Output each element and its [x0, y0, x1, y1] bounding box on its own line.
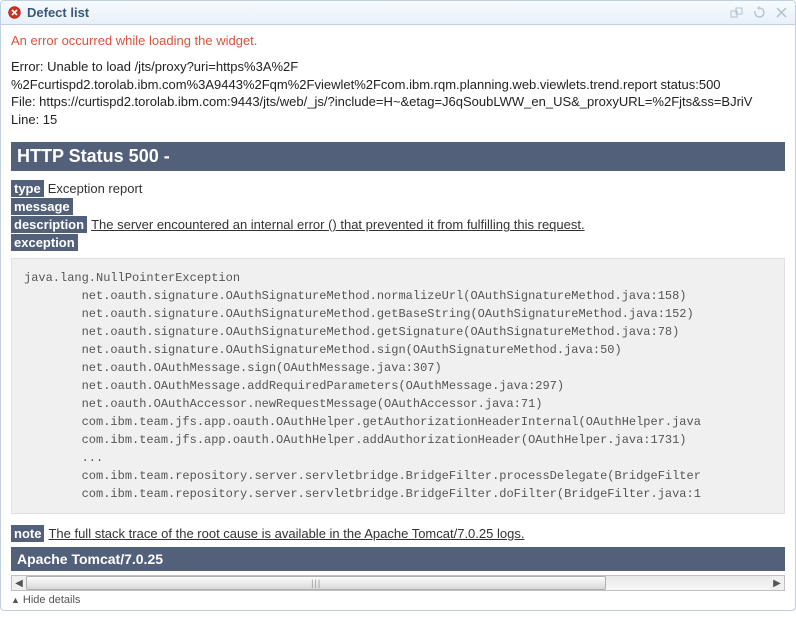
tomcat-version: Apache Tomcat/7.0.25	[11, 547, 785, 571]
titlebar: Defect list	[1, 1, 795, 25]
caret-up-icon: ▲	[11, 595, 20, 605]
close-icon[interactable]	[773, 6, 789, 20]
type-value: Exception report	[48, 181, 143, 196]
scroll-thumb[interactable]: |||	[26, 576, 606, 590]
error-message: An error occurred while loading the widg…	[11, 33, 785, 48]
error-line: Line: 15	[11, 111, 785, 129]
note-label: note	[11, 525, 44, 542]
scroll-track[interactable]: |||	[26, 576, 770, 590]
error-details: Error: Unable to load /jts/proxy?uri=htt…	[11, 58, 785, 128]
undock-icon[interactable]	[729, 6, 745, 20]
type-row: type Exception report	[11, 181, 785, 196]
horizontal-scrollbar[interactable]: ◀ ||| ▶	[11, 575, 785, 591]
http-status-title: HTTP Status 500 -	[11, 142, 785, 171]
defect-list-widget: Defect list An error occurred while load…	[0, 0, 796, 611]
exception-row: exception	[11, 235, 785, 250]
description-value: The server encountered an internal error…	[91, 217, 585, 232]
note-value: The full stack trace of the root cause i…	[48, 526, 524, 541]
stack-trace: java.lang.NullPointerException net.oauth…	[11, 258, 785, 514]
http-error-panel: HTTP Status 500 - type Exception report m…	[11, 142, 785, 571]
scroll-right-arrow[interactable]: ▶	[770, 576, 784, 590]
message-row: message	[11, 199, 785, 214]
hide-details-label: Hide details	[23, 594, 80, 606]
error-line: File: https://curtispd2.torolab.ibm.com:…	[11, 93, 785, 111]
error-line: %2Fcurtispd2.torolab.ibm.com%3A9443%2Fqm…	[11, 76, 785, 94]
error-icon	[7, 6, 21, 20]
refresh-icon[interactable]	[751, 6, 767, 20]
note-row: note The full stack trace of the root cau…	[11, 526, 785, 541]
type-label: type	[11, 180, 44, 197]
description-label: description	[11, 216, 87, 233]
error-line: Error: Unable to load /jts/proxy?uri=htt…	[11, 58, 785, 76]
hide-details-link[interactable]: ▲ Hide details	[11, 594, 80, 606]
scroll-left-arrow[interactable]: ◀	[12, 576, 26, 590]
widget-body: An error occurred while loading the widg…	[1, 25, 795, 610]
widget-title: Defect list	[27, 5, 723, 20]
description-row: description The server encountered an int…	[11, 217, 785, 232]
message-label: message	[11, 198, 73, 215]
exception-label: exception	[11, 234, 78, 251]
